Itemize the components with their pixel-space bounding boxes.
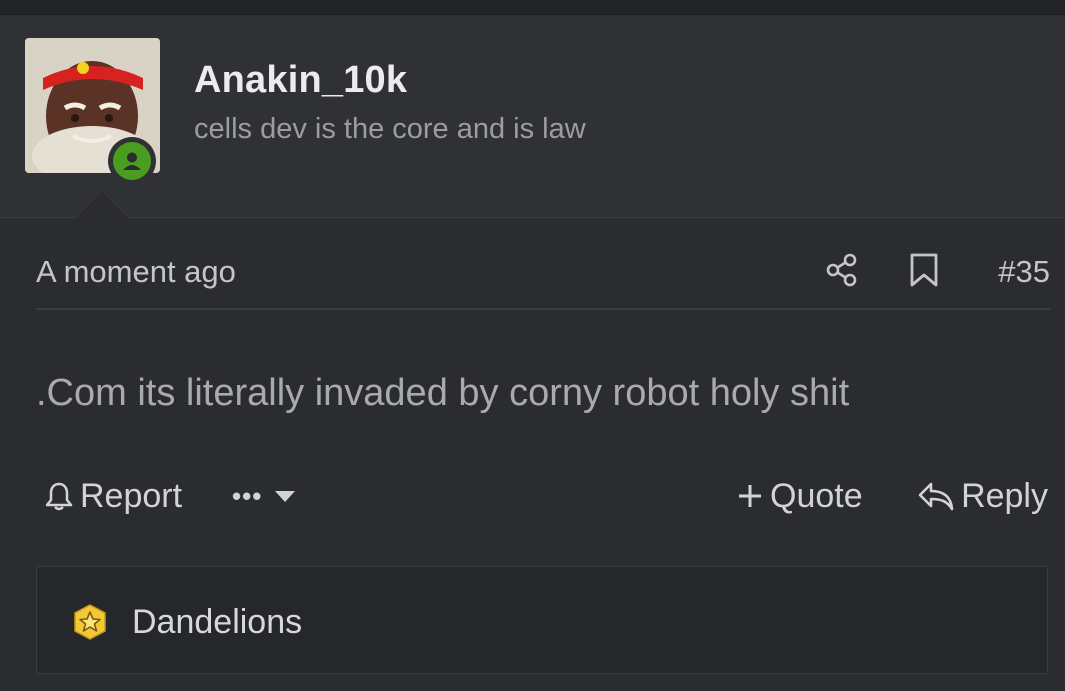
reply-label: Reply xyxy=(961,476,1048,515)
reaction-summary-link[interactable]: Dandelions xyxy=(132,603,302,642)
online-status-badge xyxy=(108,137,156,185)
share-icon xyxy=(826,253,857,287)
post-meta-bar: A moment ago #35 xyxy=(36,236,1050,310)
more-options-button[interactable]: ••• xyxy=(232,470,304,522)
bookmark-icon xyxy=(910,253,938,287)
star-badge-icon xyxy=(71,603,109,641)
post-timestamp[interactable]: A moment ago xyxy=(36,254,236,290)
online-user-icon xyxy=(113,142,151,180)
more-label: ••• xyxy=(232,480,263,511)
post-number-link[interactable]: #35 xyxy=(998,254,1050,290)
quote-button[interactable]: Quote xyxy=(736,470,863,522)
report-button[interactable]: Report xyxy=(44,470,182,522)
user-info-block: Anakin_10k cells dev is the core and is … xyxy=(0,15,1065,218)
reply-icon xyxy=(918,482,954,511)
username-link[interactable]: Anakin_10k xyxy=(194,59,407,102)
user-title: cells dev is the core and is law xyxy=(194,113,586,145)
post-message: .Com its literally invaded by corny robo… xyxy=(36,372,850,414)
top-divider-strip xyxy=(0,0,1065,15)
reactions-bar: Dandelions xyxy=(36,566,1048,674)
reply-button[interactable]: Reply xyxy=(917,470,1048,522)
bookmark-button[interactable] xyxy=(908,252,940,288)
share-button[interactable] xyxy=(824,252,860,288)
report-label: Report xyxy=(80,476,183,515)
bell-icon xyxy=(45,482,73,511)
pointer-arrow xyxy=(76,190,128,218)
post-actions-bar: Report ••• Quote Reply xyxy=(36,470,1050,522)
quote-label: Quote xyxy=(770,476,863,515)
plus-icon xyxy=(739,485,761,507)
chevron-down-icon xyxy=(275,491,296,502)
